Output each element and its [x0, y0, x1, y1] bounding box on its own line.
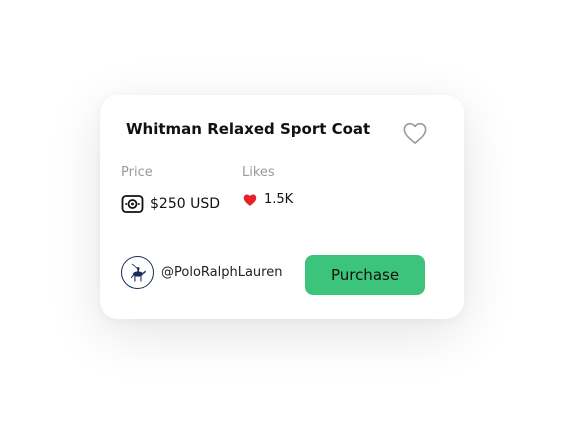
likes-label: Likes: [242, 165, 275, 180]
purchase-button[interactable]: Purchase: [305, 255, 425, 295]
money-bill-icon: [121, 195, 144, 213]
heart-outline-icon: [403, 122, 427, 144]
price-row: $250 USD: [121, 194, 220, 214]
polo-logo-icon: [130, 263, 146, 281]
likes-row: 1.5K: [242, 192, 293, 207]
avatar: [121, 256, 154, 289]
price-value: $250 USD: [150, 196, 220, 212]
favorite-button[interactable]: [402, 121, 428, 145]
seller-profile[interactable]: @PoloRalphLauren: [121, 256, 282, 289]
likes-count: 1.5K: [264, 192, 294, 207]
heart-filled-icon: [243, 194, 257, 206]
price-label: Price: [121, 165, 153, 180]
seller-handle: @PoloRalphLauren: [161, 265, 283, 280]
product-title: Whitman Relaxed Sport Coat: [126, 120, 371, 138]
product-card: Whitman Relaxed Sport Coat Price Likes $…: [100, 95, 464, 319]
